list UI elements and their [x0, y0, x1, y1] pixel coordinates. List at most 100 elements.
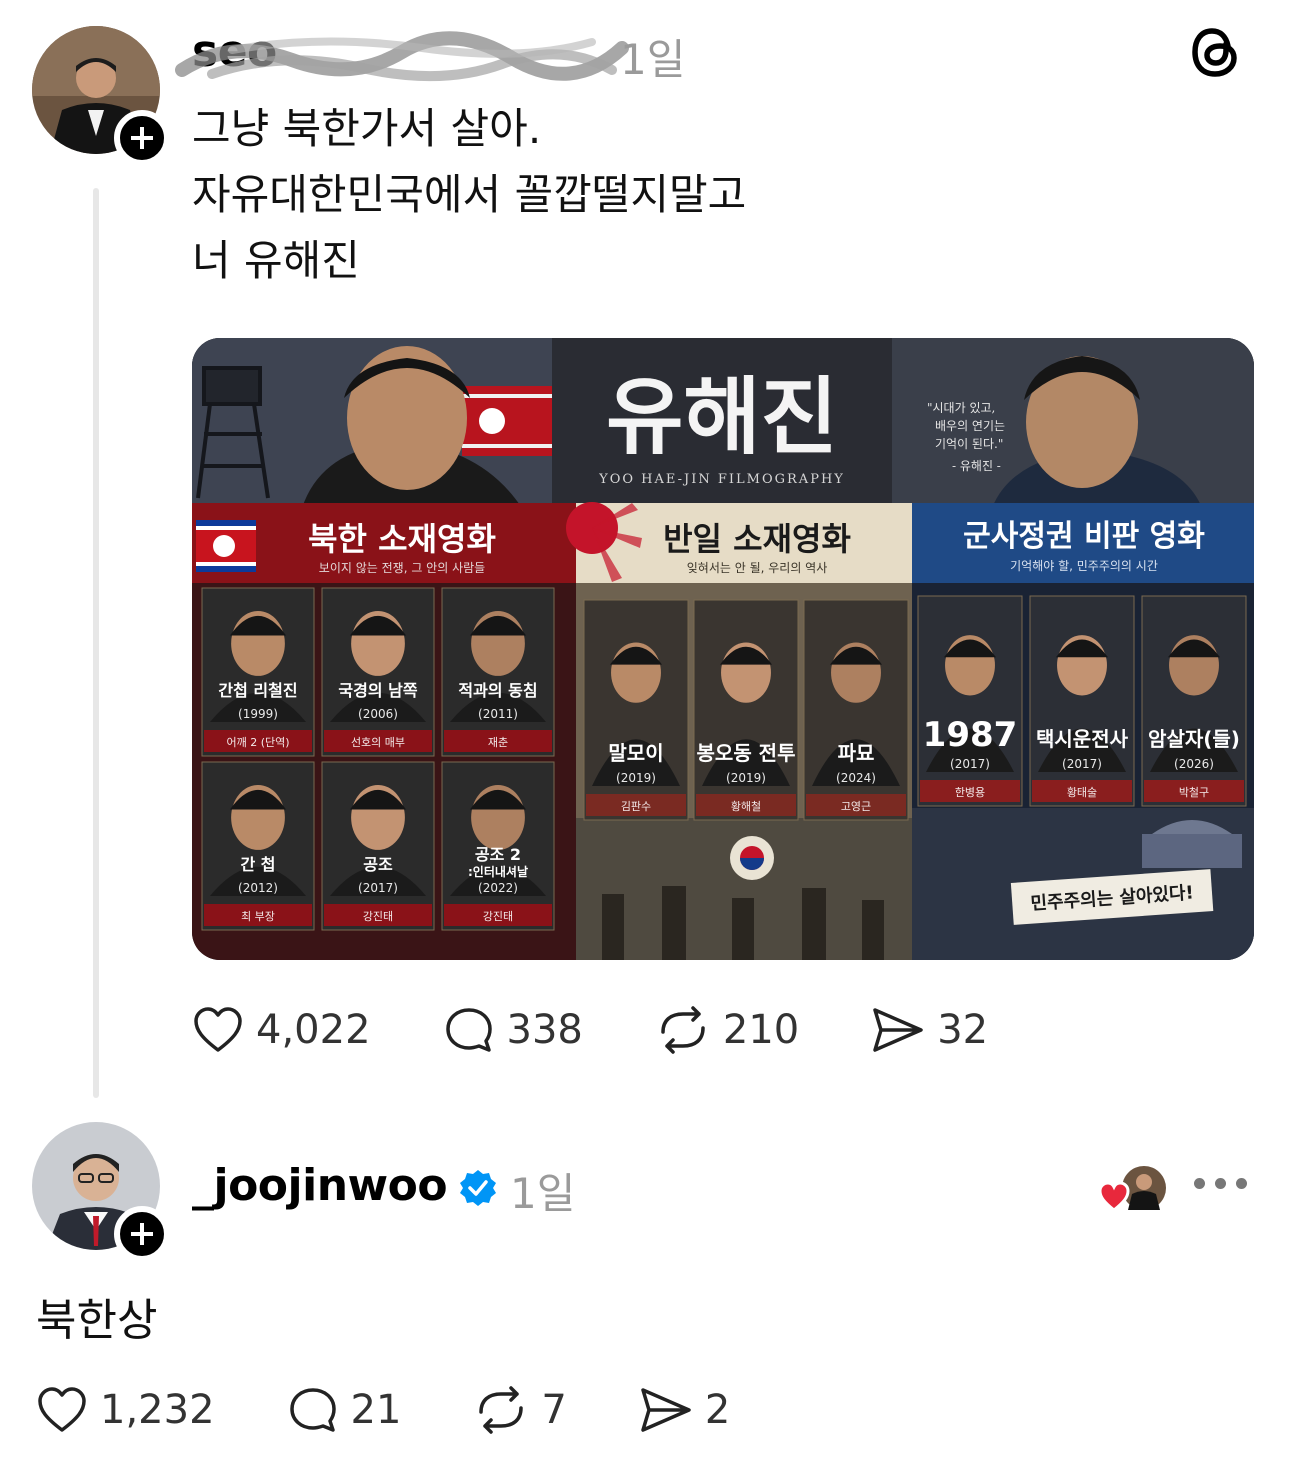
reply-like-button[interactable]: 1,232: [36, 1386, 215, 1434]
film-year: (2017): [950, 757, 990, 771]
reply-share-button[interactable]: 2: [639, 1386, 730, 1434]
film-title: 1987: [923, 715, 1018, 755]
section-2-title: 반일 소재영화: [663, 520, 851, 558]
film-role: 황태술: [1067, 786, 1097, 799]
post-actions: 4,022 338 210 32: [192, 1006, 988, 1054]
reply-comment-button[interactable]: 21: [287, 1386, 402, 1434]
film-role: 강진태: [483, 910, 513, 923]
film-role: 한병용: [955, 786, 985, 799]
comment-icon: [445, 1008, 492, 1052]
reply-comment-count: 21: [350, 1387, 402, 1433]
post-image[interactable]: 유해진 YOO HAE-JIN FILMOGRAPHY "시대가 있고, 배우의…: [192, 338, 1254, 960]
share-icon: [641, 1388, 691, 1432]
film-year: (2012): [238, 881, 278, 895]
post-line-3: 너 유해진: [192, 236, 360, 285]
post-line-2: 자유대한민국에서 꼴깝떨지말고: [192, 170, 747, 219]
post-timestamp: 1일: [620, 35, 686, 84]
svg-text:배우의 연기는: 배우의 연기는: [935, 419, 1005, 433]
section-3-subtitle: 기억해야 할, 민주주의의 시간: [1010, 559, 1158, 573]
film-title: 국경의 남쪽: [338, 681, 417, 700]
reply-actions: 1,232 21 7 2: [36, 1386, 730, 1434]
film-title-subtitle: :인터내셔날: [468, 864, 528, 879]
redaction-scribble: [175, 31, 629, 82]
film-card: 말모이 (2019) 김판수: [583, 599, 689, 821]
film-role: 황해철: [731, 799, 761, 813]
film-card: 간첩 리철진 (1999) 어깨 2 (단역): [201, 587, 315, 757]
heart-icon: [38, 1387, 86, 1432]
film-year: (2022): [478, 881, 518, 895]
reply-body: 북한상: [36, 1295, 158, 1346]
film-card: 봉오동 전투 (2019) 황해철: [693, 599, 799, 821]
film-year: (2019): [616, 771, 656, 785]
korean-flag-icon: [730, 836, 774, 880]
film-role: 재춘: [488, 736, 508, 749]
nk-flag-icon: [196, 520, 256, 572]
more-icon[interactable]: [1194, 1178, 1247, 1189]
film-title: 택시운전사: [1036, 727, 1129, 751]
film-card: 택시운전사 (2017) 황태술: [1029, 595, 1135, 807]
repost-button[interactable]: 210: [655, 1006, 799, 1054]
film-title: 공조: [363, 855, 393, 874]
background-flag: [462, 386, 552, 456]
repost-count: 210: [722, 1007, 800, 1053]
comment-button[interactable]: 338: [443, 1006, 583, 1054]
film-year: (2024): [836, 771, 876, 785]
reply-follow-button[interactable]: [114, 1206, 170, 1262]
film-role: 강진태: [363, 910, 393, 923]
film-role: 최 부장: [241, 910, 275, 923]
section-3-title: 군사정권 비판 영화: [963, 519, 1205, 554]
reply-timestamp: 1일: [510, 1169, 576, 1218]
reply-repost-button[interactable]: 7: [473, 1386, 567, 1434]
film-year: (2019): [726, 771, 766, 785]
film-card: 공조 2:인터내셔날 (2022) 강진태: [441, 761, 555, 931]
film-title: 간첩 리철진: [218, 681, 297, 700]
film-card: 암살자(들) (2026) 박철구: [1141, 595, 1247, 807]
film-card: 파묘 (2024) 고영근: [803, 599, 909, 821]
svg-text:기억이 된다.": 기억이 된다.": [935, 437, 1003, 451]
like-button[interactable]: 4,022: [192, 1006, 371, 1054]
heart-icon: [194, 1007, 242, 1052]
film-card: 적과의 동침 (2011) 재춘: [441, 587, 555, 757]
film-year: (2026): [1174, 757, 1214, 771]
reply-repost-count: 7: [541, 1387, 567, 1433]
follow-button[interactable]: [114, 110, 170, 166]
threads-logo-icon[interactable]: [1190, 24, 1242, 80]
comment-count: 338: [506, 1007, 583, 1053]
reply-share-count: 2: [704, 1387, 731, 1433]
film-title: 봉오동 전투: [697, 741, 796, 765]
section-1-title: 북한 소재영화: [308, 520, 496, 558]
section-2-subtitle: 잊혀서는 안 될, 우리의 역사: [687, 561, 828, 575]
like-count: 4,022: [256, 1007, 371, 1053]
poster-title: 유해진: [606, 367, 838, 466]
share-button[interactable]: 32: [871, 1006, 988, 1054]
film-role: 어깨 2 (단역): [226, 736, 289, 749]
plus-icon: [131, 127, 153, 149]
author-liked-indicator: [1098, 1164, 1170, 1224]
film-role: 박철구: [1179, 786, 1209, 799]
film-title: 파묘: [838, 741, 875, 765]
svg-text:- 유해진 -: - 유해진 -: [952, 459, 1001, 473]
film-title: 암살자(들): [1148, 727, 1240, 751]
poster-subtitle: YOO HAE-JIN FILMOGRAPHY: [598, 472, 845, 487]
share-icon: [873, 1008, 923, 1052]
film-title: 공조 2: [475, 845, 521, 864]
verified-badge-icon: [460, 1170, 496, 1206]
share-count: 32: [937, 1007, 989, 1053]
repost-icon: [661, 1006, 705, 1054]
film-card: 국경의 남쪽 (2006) 선호의 매부: [321, 587, 435, 757]
film-card: 간 첩 (2012) 최 부장: [201, 761, 315, 931]
film-year: (2011): [478, 707, 518, 721]
film-role: 선호의 매부: [351, 736, 405, 749]
film-role: 고영근: [841, 800, 871, 813]
reply-like-count: 1,232: [100, 1387, 215, 1433]
film-title: 말모이: [608, 741, 663, 765]
film-card: 공조 (2017) 강진태: [321, 761, 435, 931]
reply-username[interactable]: _joojinwoo: [192, 1160, 448, 1211]
film-year: (1999): [238, 707, 278, 721]
film-year: (2006): [358, 707, 398, 721]
comment-icon: [289, 1388, 336, 1432]
plus-icon: [131, 1223, 153, 1245]
film-card: 1987 (2017) 한병용: [917, 595, 1023, 807]
section-1-subtitle: 보이지 않는 전쟁, 그 안의 사람들: [319, 561, 485, 575]
film-year: (2017): [1062, 757, 1102, 771]
